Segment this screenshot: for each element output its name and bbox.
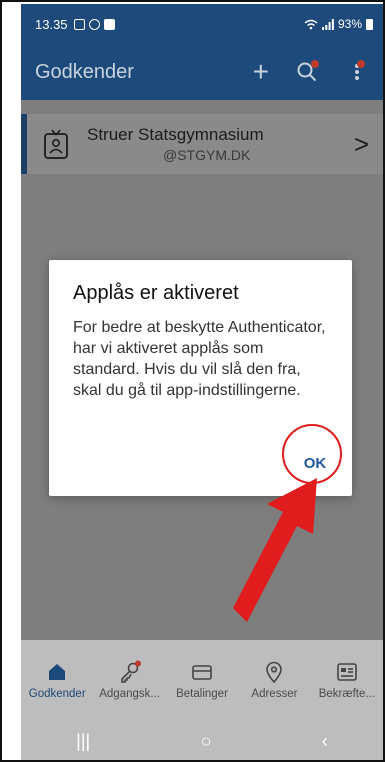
status-time: 13.35 xyxy=(35,16,68,32)
app-bar: Godkender + xyxy=(21,44,383,100)
nav-item-godkender[interactable]: Godkender xyxy=(21,640,93,720)
nav-item-betalinger[interactable]: Betalinger xyxy=(166,640,238,720)
signal-icon xyxy=(321,18,334,30)
badge-icon xyxy=(44,129,68,159)
screenshot-frame: 13.35 93% Godkender + Struer Statsgymnas… xyxy=(0,0,385,762)
account-username: @STGYM.DK xyxy=(163,147,251,163)
id-card-icon xyxy=(337,663,357,681)
dialog-body: For bedre at beskytte Authenticator, har… xyxy=(73,319,326,399)
nav-item-adresser[interactable]: Adresser xyxy=(238,640,310,720)
account-organization: Struer Statsgymnasium xyxy=(87,125,264,144)
phone-screen: 13.35 93% Godkender + Struer Statsgymnas… xyxy=(21,4,383,760)
selected-accent xyxy=(21,114,27,174)
home-button[interactable]: ○ xyxy=(201,731,212,752)
status-bar: 13.35 93% xyxy=(21,4,383,44)
nav-item-bekraeftede[interactable]: Bekræfte... xyxy=(311,640,383,720)
recents-button[interactable]: ||| xyxy=(76,731,90,752)
bottom-navigation: Godkender Adgangsk... Betalinger Adresse… xyxy=(21,640,383,720)
system-navigation-bar: ||| ○ ‹ xyxy=(21,720,383,760)
nav-label: Adresser xyxy=(251,688,298,700)
card-icon xyxy=(192,665,212,680)
whatsapp-icon xyxy=(88,18,100,30)
more-button[interactable] xyxy=(345,60,369,84)
nav-label: Adgangsk... xyxy=(99,688,160,700)
nav-label: Bekræfte... xyxy=(318,688,375,700)
status-right: 93% xyxy=(304,17,373,31)
home-icon xyxy=(49,664,66,680)
account-texts: Struer Statsgymnasium @STGYM.DK xyxy=(87,125,264,163)
wifi-icon xyxy=(304,19,318,29)
nav-label: Betalinger xyxy=(176,688,228,700)
battery-icon xyxy=(366,18,373,30)
nav-item-adgangskoder[interactable]: Adgangsk... xyxy=(93,640,165,720)
nav-label: Godkender xyxy=(28,688,86,700)
account-item[interactable]: Struer Statsgymnasium @STGYM.DK > xyxy=(21,114,383,174)
battery-percent: 93% xyxy=(337,17,362,31)
back-button[interactable]: ‹ xyxy=(322,731,328,752)
gallery-icon xyxy=(73,18,85,30)
search-button[interactable] xyxy=(295,60,319,84)
check-icon xyxy=(103,18,115,30)
app-title: Godkender xyxy=(35,60,134,83)
dialog-title: Applås er aktiveret xyxy=(73,282,239,304)
location-icon xyxy=(266,661,283,684)
key-icon xyxy=(120,660,141,683)
notification-dot xyxy=(311,60,319,68)
app-bar-actions: + xyxy=(253,58,369,86)
plus-icon[interactable]: + xyxy=(253,58,269,86)
annotation-circle xyxy=(282,424,342,484)
chevron-right-icon: > xyxy=(353,128,369,159)
notification-dot xyxy=(357,60,365,68)
